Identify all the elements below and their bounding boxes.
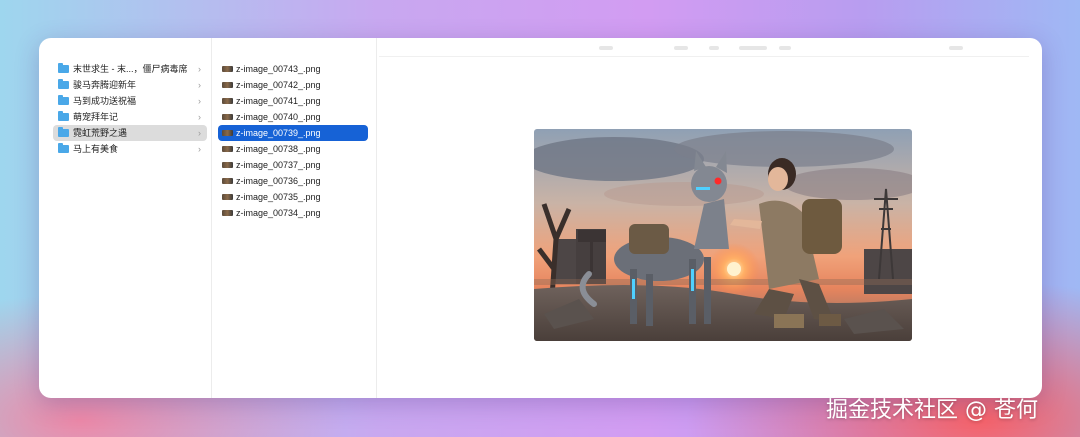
folder-item[interactable]: 马上有美食 › <box>53 141 207 157</box>
folder-item-selected[interactable]: 霓虹荒野之遇 › <box>53 125 207 141</box>
file-label: z-image_00740_.png <box>236 112 321 122</box>
file-label: z-image_00739_.png <box>236 128 321 138</box>
file-item[interactable]: z-image_00734_.png <box>218 205 368 221</box>
image-file-icon <box>222 130 233 136</box>
file-item[interactable]: z-image_00735_.png <box>218 189 368 205</box>
folder-label: 马上有美食 <box>73 144 119 154</box>
file-label: z-image_00742_.png <box>236 80 321 90</box>
image-file-icon <box>222 146 233 152</box>
image-file-icon <box>222 210 233 216</box>
folder-item[interactable]: 末世求生 - 末...，僵尸病毒席 › <box>53 61 207 77</box>
file-item-selected[interactable]: z-image_00739_.png <box>218 125 368 141</box>
chevron-right-icon: › <box>198 80 201 90</box>
file-item[interactable]: z-image_00740_.png <box>218 109 368 125</box>
folder-icon <box>58 143 69 153</box>
folder-label: 萌宠拜年记 <box>73 112 119 122</box>
chevron-right-icon: › <box>198 128 201 138</box>
toolbar-strip <box>379 44 1029 57</box>
chevron-right-icon: › <box>198 96 201 106</box>
file-item[interactable]: z-image_00738_.png <box>218 141 368 157</box>
folder-icon <box>58 95 69 105</box>
image-preview[interactable] <box>534 129 912 341</box>
file-item[interactable]: z-image_00743_.png <box>218 61 368 77</box>
image-file-icon <box>222 194 233 200</box>
file-label: z-image_00743_.png <box>236 64 321 74</box>
file-label: z-image_00738_.png <box>236 144 321 154</box>
file-label: z-image_00736_.png <box>236 176 321 186</box>
image-file-icon <box>222 82 233 88</box>
image-file-icon <box>222 178 233 184</box>
folder-item[interactable]: 马到成功送祝福 › <box>53 93 207 109</box>
file-label: z-image_00735_.png <box>236 192 321 202</box>
folder-icon <box>58 111 69 121</box>
folder-icon <box>58 63 69 73</box>
folder-icon <box>58 127 69 137</box>
file-item[interactable]: z-image_00736_.png <box>218 173 368 189</box>
file-label: z-image_00741_.png <box>236 96 321 106</box>
folder-icon <box>58 79 69 89</box>
file-item[interactable]: z-image_00742_.png <box>218 77 368 93</box>
folder-label: 骏马奔腾迎新年 <box>73 80 137 90</box>
folder-label: 末世求生 - 末...，僵尸病毒席 <box>73 64 188 74</box>
folder-column: 末世求生 - 末...，僵尸病毒席 › 骏马奔腾迎新年 › 马到成功送祝福 › … <box>39 38 212 398</box>
folder-label: 马到成功送祝福 <box>73 96 137 106</box>
image-file-icon <box>222 66 233 72</box>
image-file-icon <box>222 162 233 168</box>
folder-item[interactable]: 萌宠拜年记 › <box>53 109 207 125</box>
file-item[interactable]: z-image_00741_.png <box>218 93 368 109</box>
file-column: z-image_00743_.png z-image_00742_.png z-… <box>212 38 377 398</box>
folder-item[interactable]: 骏马奔腾迎新年 › <box>53 77 207 93</box>
image-file-icon <box>222 98 233 104</box>
chevron-right-icon: › <box>198 144 201 154</box>
image-file-icon <box>222 114 233 120</box>
folder-label: 霓虹荒野之遇 <box>73 128 128 138</box>
file-item[interactable]: z-image_00737_.png <box>218 157 368 173</box>
chevron-right-icon: › <box>198 64 201 74</box>
chevron-right-icon: › <box>198 112 201 122</box>
file-label: z-image_00734_.png <box>236 208 321 218</box>
watermark: 掘金技术社区 @ 苍何 <box>826 398 1038 423</box>
file-label: z-image_00737_.png <box>236 160 321 170</box>
finder-window: 末世求生 - 末...，僵尸病毒席 › 骏马奔腾迎新年 › 马到成功送祝福 › … <box>39 38 1042 398</box>
